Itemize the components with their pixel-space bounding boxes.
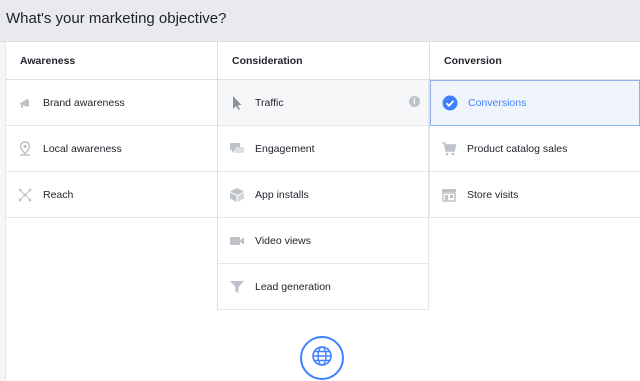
- objective-grid: Awareness Brand awareness Local awarenes…: [6, 42, 640, 381]
- location-pin-icon: [16, 140, 34, 158]
- objective-header: What's your marketing objective?: [0, 0, 640, 42]
- objective-lead-generation[interactable]: Lead generation: [218, 264, 429, 310]
- cursor-icon: [228, 94, 246, 112]
- objective-label: App installs: [255, 188, 309, 201]
- objective-reach[interactable]: Reach: [6, 172, 217, 218]
- column-header-conversion: Conversion: [430, 42, 640, 80]
- objective-label: Conversions: [468, 97, 527, 109]
- page-title: What's your marketing objective?: [6, 10, 227, 27]
- objective-label: Store visits: [467, 188, 519, 201]
- objective-label: Lead generation: [255, 280, 331, 293]
- objective-local-awareness[interactable]: Local awareness: [6, 126, 217, 172]
- shopping-cart-icon: [440, 140, 458, 158]
- box-icon: [228, 186, 246, 204]
- objective-label: Engagement: [255, 142, 315, 155]
- chat-bubbles-icon: [228, 140, 246, 158]
- objective-label: Reach: [43, 188, 74, 201]
- info-icon[interactable]: i: [409, 96, 420, 107]
- objective-label: Local awareness: [43, 142, 122, 155]
- column-header-awareness: Awareness: [6, 42, 217, 80]
- objective-label: Video views: [255, 234, 311, 247]
- objective-brand-awareness[interactable]: Brand awareness: [6, 80, 217, 126]
- objective-product-catalog-sales[interactable]: Product catalog sales: [430, 126, 640, 172]
- video-camera-icon: [228, 232, 246, 250]
- objective-video-views[interactable]: Video views: [218, 218, 429, 264]
- objective-label: Traffic: [255, 96, 284, 109]
- globe-icon: [311, 345, 333, 372]
- globe-button[interactable]: [300, 336, 344, 380]
- megaphone-icon: [16, 94, 34, 112]
- awareness-column: Awareness Brand awareness Local awarenes…: [6, 42, 217, 218]
- objective-app-installs[interactable]: App installs: [218, 172, 429, 218]
- objective-traffic[interactable]: Traffic i: [218, 80, 429, 126]
- objective-label: Brand awareness: [43, 96, 125, 109]
- network-icon: [16, 186, 34, 204]
- store-icon: [440, 186, 458, 204]
- conversion-column: Conversion Conversions Product catalog s…: [429, 42, 640, 218]
- objective-store-visits[interactable]: Store visits: [430, 172, 640, 218]
- funnel-icon: [228, 278, 246, 296]
- checkmark-circle-icon: [441, 94, 459, 112]
- objective-conversions[interactable]: Conversions: [430, 80, 640, 126]
- objective-label: Product catalog sales: [467, 142, 568, 155]
- column-header-consideration: Consideration: [218, 42, 429, 80]
- objective-engagement[interactable]: Engagement: [218, 126, 429, 172]
- consideration-column: Consideration Traffic i Engagement App i…: [217, 42, 429, 310]
